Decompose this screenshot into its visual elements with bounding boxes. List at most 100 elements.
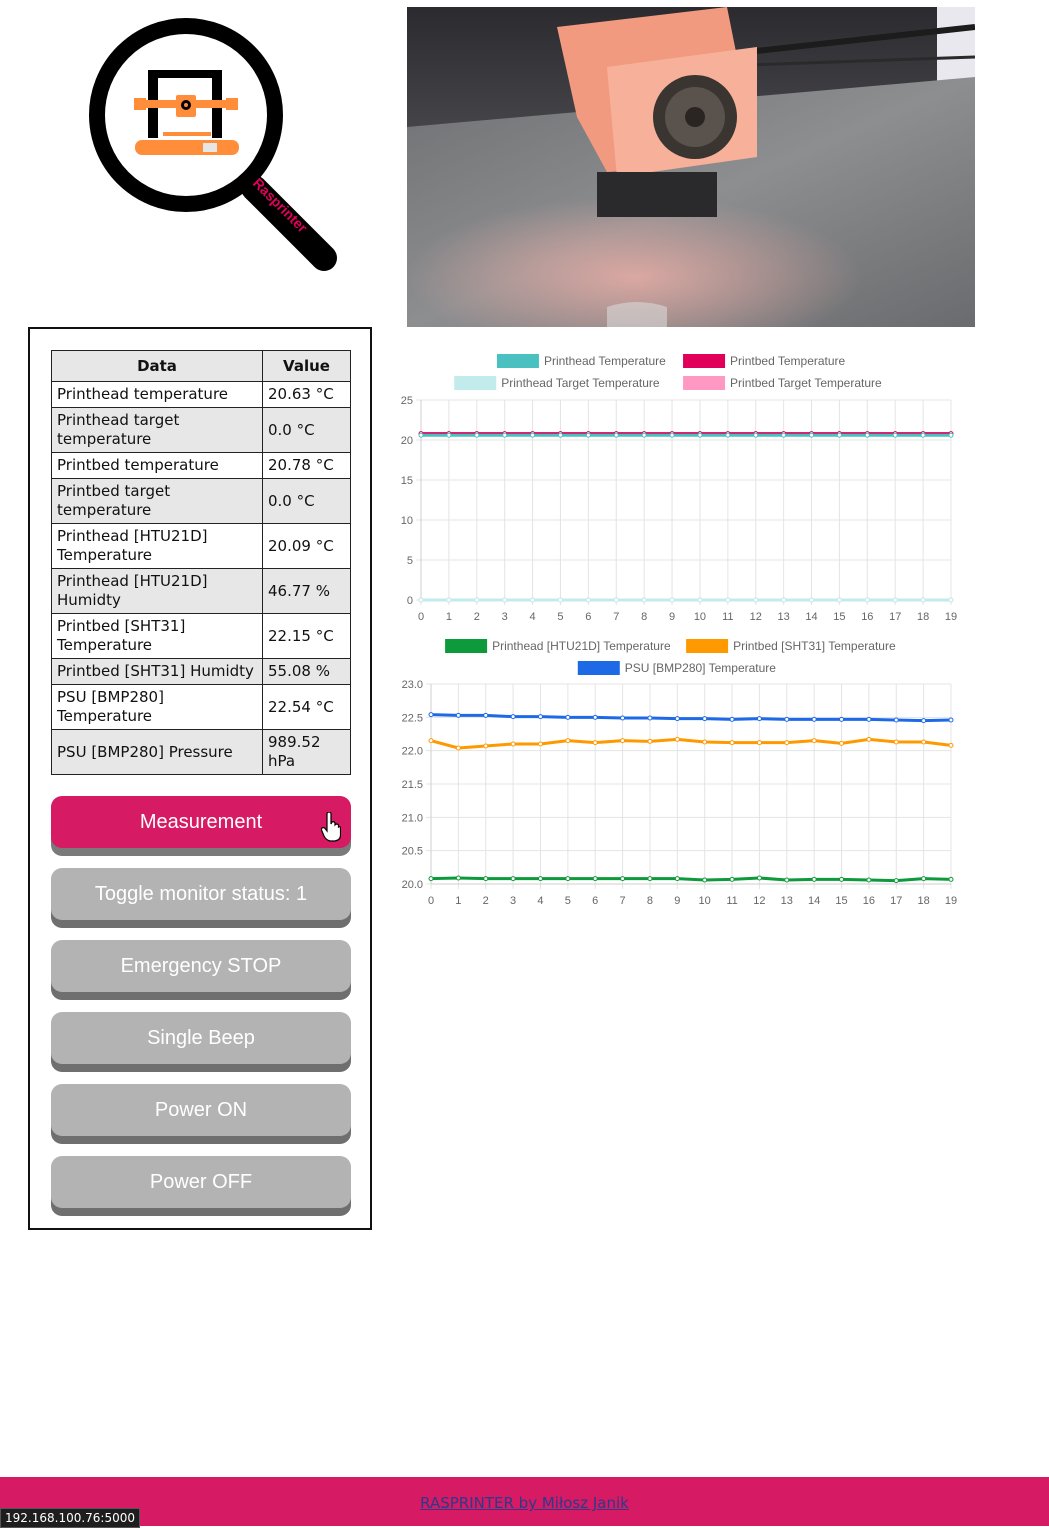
table-cell-label: Printbed [SHT31] Humidty: [51, 658, 263, 685]
data-point: [510, 876, 516, 882]
x-tick-label: 4: [530, 611, 536, 623]
legend-label: Printbed [SHT31] Temperature: [733, 639, 896, 653]
data-point: [428, 738, 434, 744]
data-point: [428, 712, 434, 718]
table-row: PSU [BMP280] Temperature 22.54 °C: [51, 684, 351, 730]
table-cell-label: PSU [BMP280] Temperature: [51, 684, 263, 730]
data-point: [729, 876, 735, 882]
data-point: [921, 739, 927, 745]
y-tick-label: 10: [401, 515, 413, 527]
data-point: [592, 714, 598, 720]
toggle-monitor-button[interactable]: Toggle monitor status: 1: [51, 868, 351, 920]
data-point: [510, 741, 516, 747]
data-point: [702, 716, 708, 722]
table-row: Printbed temperature 20.78 °C: [51, 452, 351, 479]
x-tick-label: 9: [669, 611, 675, 623]
data-point: [811, 716, 817, 722]
data-point: [864, 597, 870, 603]
data-point: [565, 738, 571, 744]
legend-label: PSU [BMP280] Temperature: [625, 661, 777, 675]
y-tick-label: 15: [401, 475, 413, 487]
legend-label: Printhead [HTU21D] Temperature: [492, 639, 671, 653]
status-bar-url: 192.168.100.76:5000: [0, 1508, 141, 1528]
data-point: [674, 716, 680, 722]
data-point: [537, 714, 543, 720]
rasprinter-logo: Rasprinter: [89, 18, 337, 271]
data-point: [483, 712, 489, 718]
button-label: Measurement: [139, 810, 263, 833]
y-tick-label: 20.5: [402, 846, 423, 858]
table-row: Printbed [SHT31] Temperature 22.15 °C: [51, 613, 351, 659]
data-point: [811, 876, 817, 882]
data-point: [613, 432, 619, 438]
x-tick-label: 1: [455, 895, 461, 907]
table-row: Printhead [HTU21D] Temperature 20.09 °C: [51, 523, 351, 569]
table-row: Printhead [HTU21D] Humidty 46.77 %: [51, 568, 351, 614]
table-cell-label: Printbed temperature: [51, 452, 263, 479]
data-point: [418, 597, 424, 603]
data-point: [892, 432, 898, 438]
data-point: [697, 597, 703, 603]
footer: RASPRINTER by Miłosz Janik: [0, 1477, 1049, 1526]
x-tick-label: 11: [722, 611, 733, 623]
data-point: [669, 432, 675, 438]
table-row: Printbed target temperature 0.0 °C: [51, 478, 351, 524]
table-cell-value: 20.09 °C: [262, 523, 351, 569]
table-cell-value: 20.63 °C: [262, 381, 351, 408]
table-cell-label: Printhead [HTU21D] Humidty: [51, 568, 263, 614]
x-tick-label: 18: [918, 895, 930, 907]
data-point: [893, 717, 899, 723]
button-label: Power ON: [154, 1098, 248, 1121]
x-tick-label: 14: [805, 611, 817, 623]
data-point: [702, 877, 708, 883]
x-tick-label: 13: [778, 611, 790, 623]
emergency-stop-button[interactable]: Emergency STOP: [51, 940, 351, 992]
y-tick-label: 22.0: [402, 746, 423, 758]
x-tick-label: 8: [647, 895, 653, 907]
table-row: Printhead target temperature 0.0 °C: [51, 407, 351, 453]
data-point: [893, 739, 899, 745]
footer-link[interactable]: RASPRINTER by Miłosz Janik: [0, 1494, 1049, 1512]
table-row: Printbed [SHT31] Humidty 55.08 %: [51, 658, 351, 685]
y-tick-label: 20: [401, 435, 413, 447]
y-tick-label: 0: [407, 595, 413, 607]
data-point: [641, 432, 647, 438]
data-point: [781, 597, 787, 603]
data-point: [948, 597, 954, 603]
x-tick-label: 3: [502, 611, 508, 623]
data-point: [921, 718, 927, 724]
x-tick-label: 14: [808, 895, 820, 907]
power-off-button[interactable]: Power OFF: [51, 1156, 351, 1208]
data-point: [866, 736, 872, 742]
x-tick-label: 0: [428, 895, 434, 907]
data-point: [530, 432, 536, 438]
y-tick-label: 21.5: [402, 779, 423, 791]
data-point: [474, 597, 480, 603]
data-point: [592, 740, 598, 746]
data-point: [674, 876, 680, 882]
data-point: [725, 597, 731, 603]
single-beep-button[interactable]: Single Beep: [51, 1012, 351, 1064]
data-point: [784, 877, 790, 883]
data-point: [756, 875, 762, 881]
data-point: [592, 876, 598, 882]
table-cell-value: 22.15 °C: [262, 613, 351, 659]
power-on-button[interactable]: Power ON: [51, 1084, 351, 1136]
data-point: [920, 597, 926, 603]
data-point: [641, 597, 647, 603]
data-point: [753, 432, 759, 438]
data-point: [921, 876, 927, 882]
button-label: Power OFF: [149, 1170, 253, 1193]
measurement-button[interactable]: Measurement: [51, 796, 351, 848]
legend-swatch: [683, 376, 726, 390]
camera-feed-image: [407, 7, 975, 327]
x-tick-label: 19: [945, 895, 957, 907]
table-cell-value: 22.54 °C: [262, 684, 351, 730]
data-point: [418, 432, 424, 438]
data-point: [702, 739, 708, 745]
table-header: Value: [262, 350, 351, 382]
legend-label: Printbed Target Temperature: [730, 376, 882, 390]
table-row: Printhead temperature 20.63 °C: [51, 381, 351, 408]
table-cell-value: 46.77 %: [262, 568, 351, 614]
x-tick-label: 6: [592, 895, 598, 907]
